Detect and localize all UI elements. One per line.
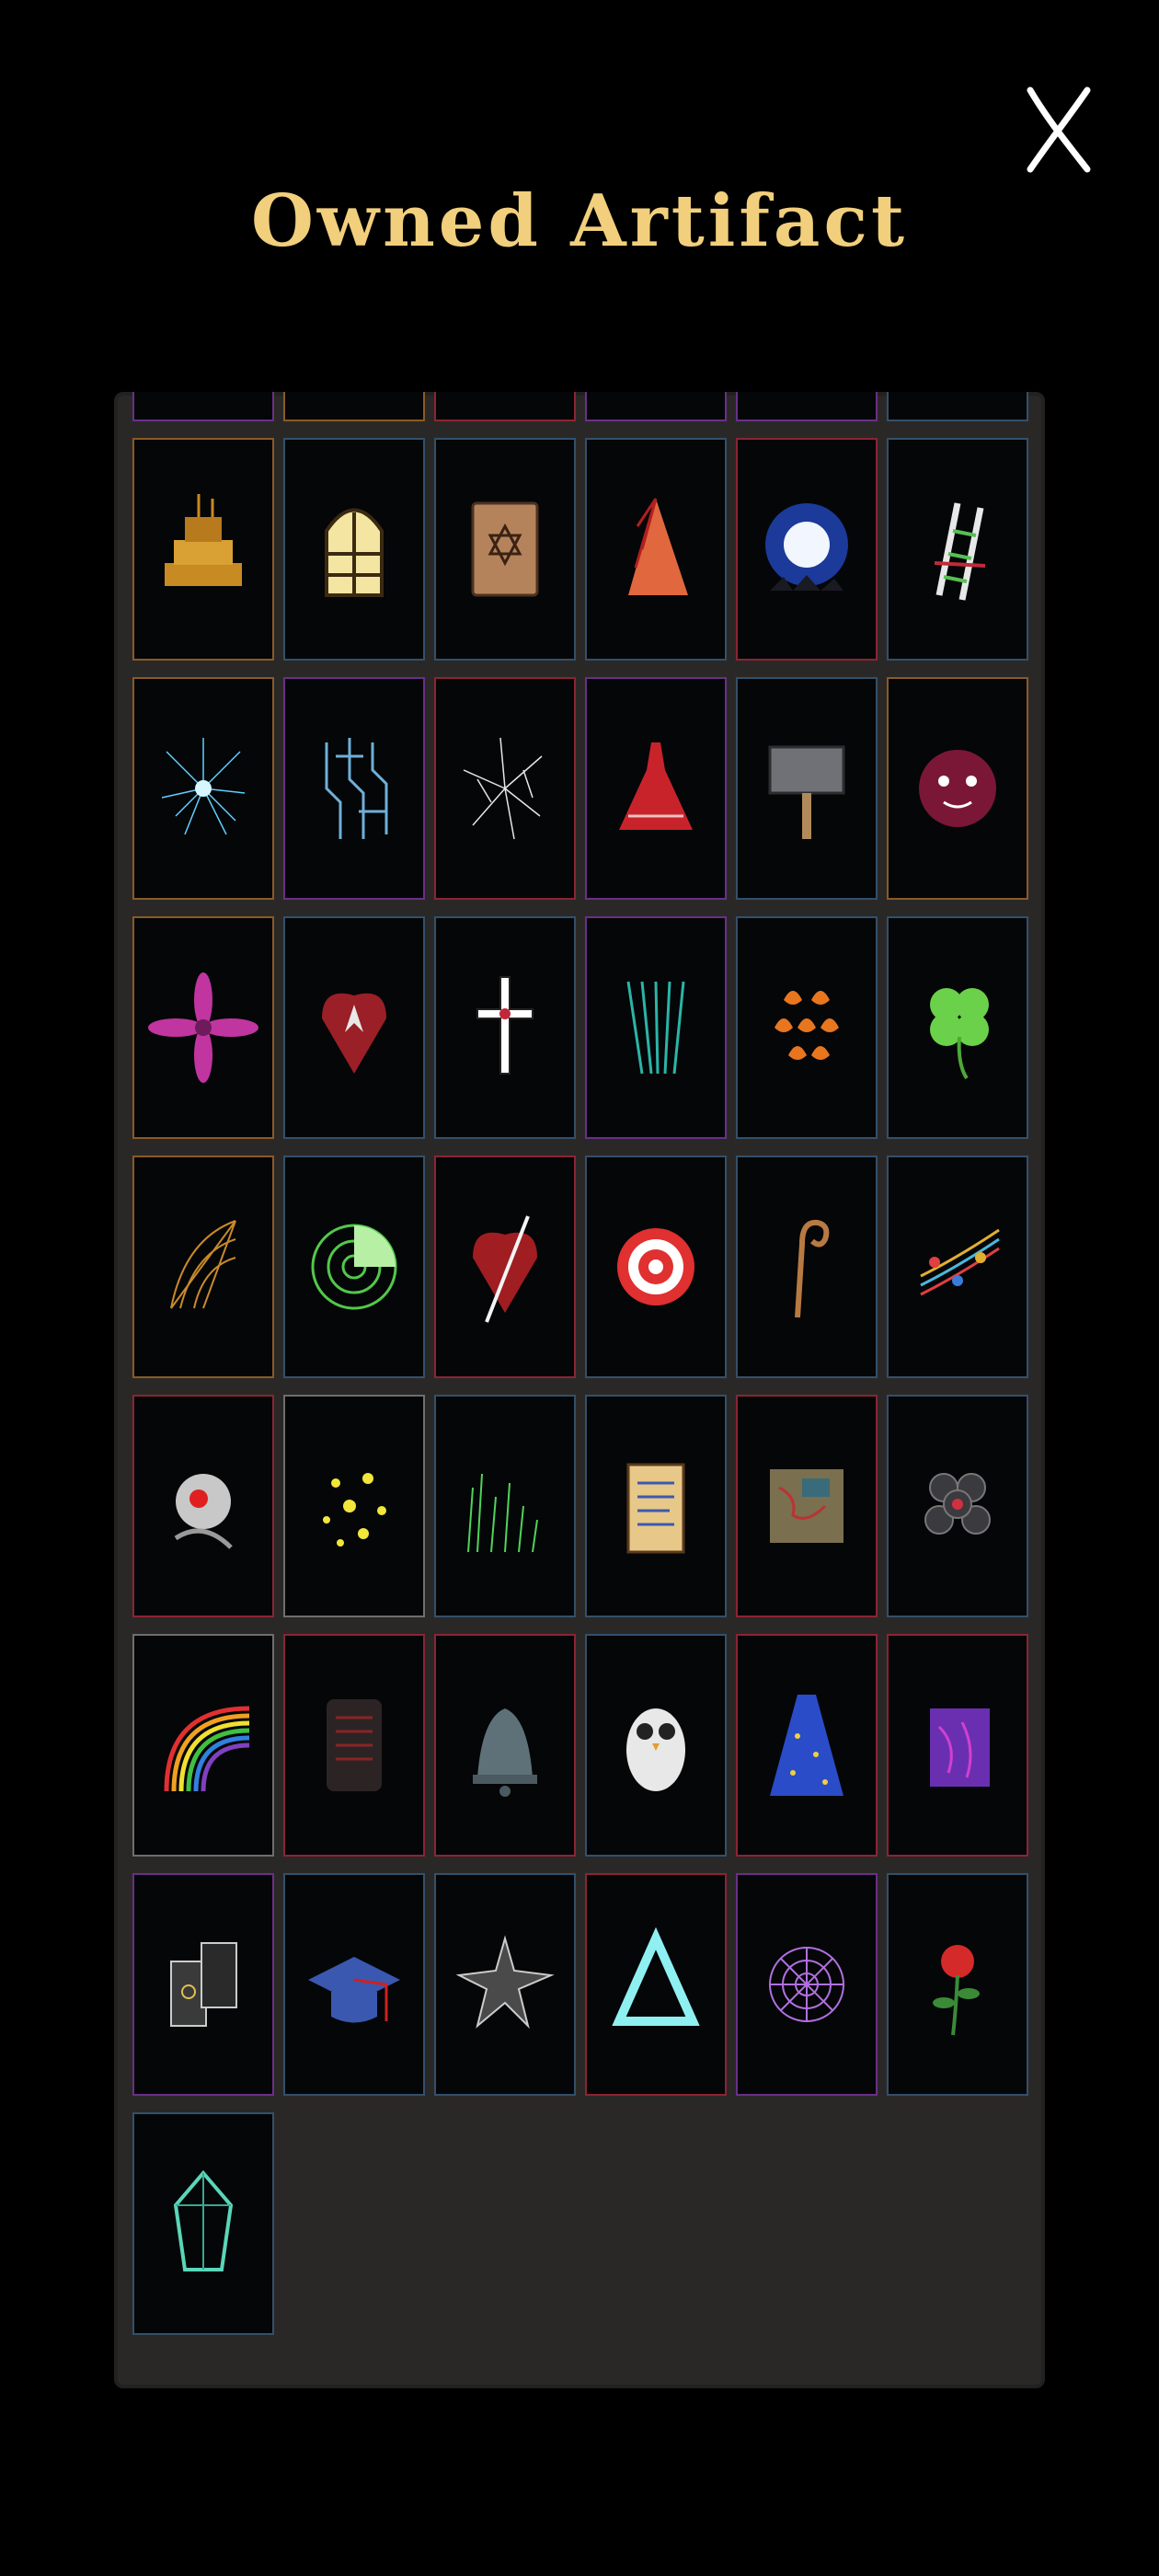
magenta-flower-icon (148, 972, 258, 1083)
cyan-burst-icon (161, 738, 246, 835)
four-leaf-clover-icon (930, 988, 989, 1080)
red-wing-icon (628, 498, 688, 595)
artifact-card[interactable] (283, 916, 425, 1139)
artifact-card[interactable] (736, 677, 878, 900)
graduation-cap-icon (308, 1957, 400, 2023)
treasure-map-icon (770, 1469, 843, 1543)
hexagram-tome-icon (471, 501, 539, 597)
artifact-card[interactable] (736, 392, 878, 421)
artifact-card[interactable] (434, 677, 576, 900)
artifact-card[interactable] (434, 438, 576, 661)
ladder-icon (934, 502, 986, 601)
artifact-card[interactable] (887, 1156, 1028, 1378)
circuit-icon (325, 738, 388, 839)
artifact-card[interactable] (736, 1873, 878, 2096)
artifact-card[interactable] (585, 1395, 727, 1617)
stained-window-icon (325, 508, 384, 597)
artifact-card[interactable] (132, 438, 274, 661)
artifact-card[interactable] (887, 916, 1028, 1139)
wizard-cloak-icon (770, 1695, 843, 1796)
blood-face-icon (919, 750, 996, 827)
artifact-card[interactable] (887, 1873, 1028, 2096)
artifact-card[interactable] (283, 1873, 425, 2096)
close-button[interactable] (1023, 85, 1095, 175)
artifact-grid (132, 392, 1028, 2335)
artifact-card[interactable] (434, 1634, 576, 1857)
artifact-card[interactable] (887, 677, 1028, 900)
artifact-card[interactable] (132, 1873, 274, 2096)
artifact-card[interactable] (887, 1634, 1028, 1857)
pierced-heart-icon (473, 1215, 537, 1323)
target-icon (617, 1228, 694, 1305)
page-title: Owned Artifact (250, 179, 908, 263)
artifact-card[interactable] (132, 1395, 274, 1617)
artifact-card[interactable] (132, 392, 274, 421)
artifact-card[interactable] (887, 438, 1028, 661)
shatter-icon (463, 737, 543, 840)
spider-web-icon (769, 1947, 844, 2022)
artifact-card[interactable] (132, 1156, 274, 1378)
artifact-card[interactable] (132, 2112, 274, 2335)
artifact-card[interactable] (132, 677, 274, 900)
bell-icon (473, 1708, 537, 1797)
artifact-card[interactable] (736, 916, 878, 1139)
yellow-sparks-icon (323, 1473, 386, 1547)
artifact-card[interactable] (736, 1156, 878, 1378)
ghost-ship-icon (165, 494, 242, 586)
scroll-icon (626, 1463, 685, 1554)
golden-web-icon (170, 1220, 236, 1309)
artifact-card[interactable] (887, 1395, 1028, 1617)
teal-rays-icon (626, 981, 685, 1075)
tarot-cards-icon (170, 1942, 237, 2027)
rose-icon (933, 1945, 980, 2036)
artifact-card[interactable] (132, 916, 274, 1139)
artifact-card[interactable] (585, 677, 727, 900)
artifact-card[interactable] (434, 1873, 576, 2096)
full-moon-icon (765, 503, 848, 591)
artifact-card[interactable] (283, 1395, 425, 1617)
dark-cluster-icon (924, 1473, 991, 1535)
artifact-card[interactable] (585, 1156, 727, 1378)
artifact-panel[interactable] (114, 392, 1045, 2388)
aurora-icon (467, 1473, 538, 1553)
holy-cross-icon (476, 976, 534, 1075)
artifact-card[interactable] (736, 1634, 878, 1857)
owl-icon (626, 1708, 685, 1791)
red-dress-icon (619, 742, 693, 830)
flame-scales-icon (775, 991, 839, 1060)
hammer-icon (768, 745, 845, 839)
artifact-card[interactable] (585, 1634, 727, 1857)
triangle-icon (612, 1926, 700, 2026)
artifact-card[interactable] (283, 1156, 425, 1378)
spiked-star-icon (455, 1935, 555, 2030)
artifact-card[interactable] (434, 1156, 576, 1378)
artifact-card[interactable] (585, 438, 727, 661)
artifact-card[interactable] (283, 1634, 425, 1857)
artifact-card[interactable] (585, 1873, 727, 2096)
close-x-icon (1027, 86, 1091, 173)
artifact-card[interactable] (434, 916, 576, 1139)
artifact-card[interactable] (283, 392, 425, 421)
artifact-card[interactable] (283, 677, 425, 900)
artifact-card[interactable] (736, 1395, 878, 1617)
purple-banner-icon (930, 1708, 990, 1787)
shepherd-staff-icon (795, 1219, 830, 1318)
red-eye-machine-icon (174, 1474, 233, 1549)
artifact-card[interactable] (585, 916, 727, 1139)
rainbow-icon (164, 1706, 250, 1792)
artifact-card[interactable] (283, 438, 425, 661)
crystal-icon (173, 2169, 234, 2271)
artifact-card[interactable] (132, 1634, 274, 1857)
artifact-card[interactable] (887, 392, 1028, 421)
music-notes-icon (920, 1228, 1000, 1296)
artifact-card[interactable] (736, 438, 878, 661)
radar-icon (311, 1224, 397, 1310)
artifact-card[interactable] (434, 392, 576, 421)
stone-tablet-icon (327, 1699, 382, 1791)
artifact-card[interactable] (585, 392, 727, 421)
demon-heart-icon (322, 993, 386, 1074)
artifact-card[interactable] (434, 1395, 576, 1617)
